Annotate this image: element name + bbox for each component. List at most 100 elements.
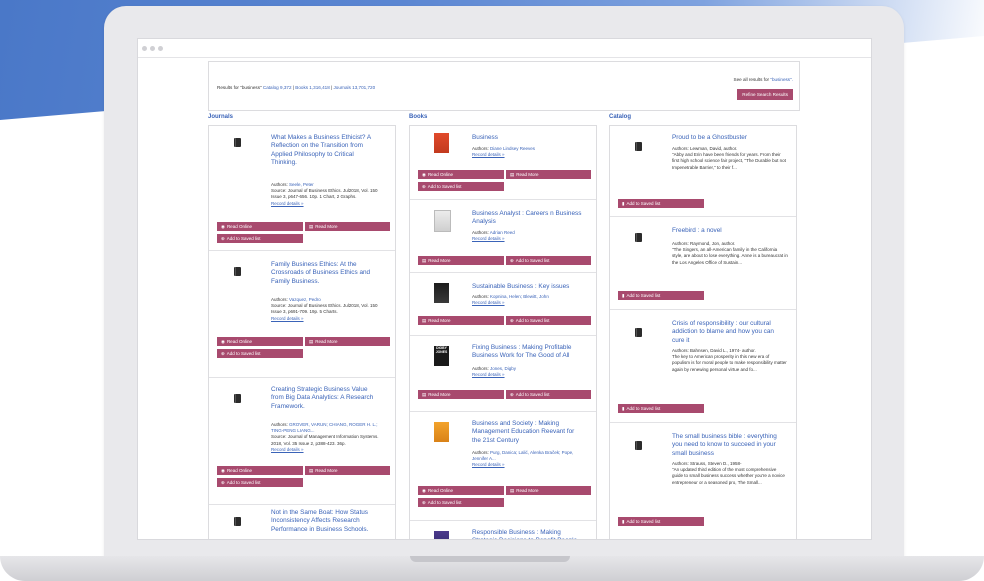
author-link[interactable]: Seele, Peter xyxy=(289,182,314,187)
plus-circle-icon: ⊕ xyxy=(221,236,225,241)
result-title[interactable]: Responsible Business : Making Strategic … xyxy=(472,529,584,539)
author-link[interactable]: Vazquez, Pedro xyxy=(289,297,321,302)
list-item: Not in the Same Boat: How Status Inconsi… xyxy=(209,505,395,539)
result-meta: Authors: Diane Lindsey Reeves Record det… xyxy=(472,146,536,158)
add-to-saved-button[interactable]: ▮ Add to Saved list xyxy=(618,291,704,300)
result-meta: Authors: Kopnina, Helen; Blewitt, John R… xyxy=(472,294,549,306)
list-item: Business and Society : Making Management… xyxy=(410,412,596,521)
result-title[interactable]: Business xyxy=(472,134,582,142)
result-title[interactable]: Proud to be a Ghostbuster xyxy=(672,134,784,142)
read-online-button[interactable]: ◉ Read Online xyxy=(217,466,303,475)
document-icon: ▤ xyxy=(309,224,314,229)
add-to-saved-button[interactable]: ⊕ Add to Saved list xyxy=(506,390,591,399)
books-count-link[interactable]: Books 1,316,418 xyxy=(295,85,329,90)
author-link[interactable]: Kopnina, Helen; Blewitt, John xyxy=(490,294,549,299)
window-dot[interactable] xyxy=(150,45,155,51)
result-title[interactable]: Business and Society : Making Management… xyxy=(472,420,584,445)
read-more-button[interactable]: ▤ Read More xyxy=(506,486,591,495)
result-title[interactable]: Crisis of responsibility : our cultural … xyxy=(672,320,786,345)
author-link[interactable]: Jones, Digby xyxy=(490,366,516,371)
add-to-saved-button[interactable]: ⊕ Add to Saved list xyxy=(217,349,303,358)
result-title[interactable]: What Makes a Business Ethicist? A Reflec… xyxy=(271,134,381,168)
result-title[interactable]: Freebird : a novel xyxy=(672,227,784,235)
book-icon xyxy=(635,441,642,450)
list-item: What Makes a Business Ethicist? A Reflec… xyxy=(209,126,395,251)
read-online-button[interactable]: ◉ Read Online xyxy=(418,486,504,495)
read-online-button[interactable]: ◉ Read Online xyxy=(418,170,504,179)
author-link[interactable]: Diane Lindsey Reeves xyxy=(490,146,535,151)
browser-screen: Results for "business" Catalog 9,372 | B… xyxy=(137,38,872,540)
read-more-button[interactable]: ▤ Read More xyxy=(305,337,390,346)
add-to-saved-button[interactable]: ▮ Add to Saved list xyxy=(618,517,704,526)
result-title[interactable]: The small business bible : everything yo… xyxy=(672,433,786,458)
read-more-button[interactable]: ▤ Read More xyxy=(418,316,504,325)
record-details-link[interactable]: Record details » xyxy=(472,300,505,305)
result-title[interactable]: Fixing Business : Making Profitable Busi… xyxy=(472,344,582,361)
book-icon xyxy=(635,328,642,337)
book-icon xyxy=(234,394,241,403)
read-online-button[interactable]: ◉ Read Online xyxy=(217,337,303,346)
record-details-link[interactable]: Record details » xyxy=(271,447,304,452)
plus-circle-icon: ⊕ xyxy=(510,318,514,323)
read-more-button[interactable]: ▤ Read More xyxy=(418,256,504,265)
bookmark-icon: ▮ xyxy=(622,201,625,206)
add-to-saved-button[interactable]: ⊕ Add to Saved list xyxy=(418,182,504,191)
book-icon xyxy=(635,233,642,242)
catalog-count-link[interactable]: Catalog 9,372 xyxy=(263,85,292,90)
books-column: Business Authors: Diane Lindsey Reeves R… xyxy=(409,125,597,539)
read-more-button[interactable]: ▤ Read More xyxy=(506,170,591,179)
record-details-link[interactable]: Record details » xyxy=(271,201,304,206)
result-title[interactable]: Not in the Same Boat: How Status Inconsi… xyxy=(271,509,381,534)
record-details-link[interactable]: Record details » xyxy=(472,236,505,241)
globe-icon: ◉ xyxy=(221,339,225,344)
document-icon: ▤ xyxy=(309,339,314,344)
result-title[interactable]: Business Analyst : Careers n Business An… xyxy=(472,210,582,227)
read-more-button[interactable]: ▤ Read More xyxy=(305,222,390,231)
add-to-saved-button[interactable]: ⊕ Add to Saved list xyxy=(217,234,303,243)
book-cover xyxy=(434,531,449,539)
document-icon: ▤ xyxy=(422,392,427,397)
journals-count-link[interactable]: Journals 13,701,720 xyxy=(334,85,376,90)
refine-search-button[interactable]: Refine Search Results xyxy=(737,89,793,100)
record-details-link[interactable]: Record details » xyxy=(472,462,505,467)
result-meta: Authors: Bahnsen, David L., 1974- author… xyxy=(672,348,787,372)
result-title[interactable]: Family Business Ethics: At the Crossroad… xyxy=(271,261,381,286)
list-item: Proud to be a Ghostbuster Authors: Lewma… xyxy=(610,126,796,217)
list-item: Crisis of responsibility : our cultural … xyxy=(610,310,796,423)
add-to-saved-button[interactable]: ▮ Add to Saved list xyxy=(618,404,704,413)
globe-icon: ◉ xyxy=(422,488,426,493)
list-item: Freebird : a novel Authors: Raymond, Jon… xyxy=(610,217,796,310)
window-dot[interactable] xyxy=(158,45,163,51)
book-cover xyxy=(434,422,449,442)
record-details-link[interactable]: Record details » xyxy=(472,372,505,377)
catalog-heading: Catalog xyxy=(609,114,632,120)
add-to-saved-button[interactable]: ▮ Add to Saved list xyxy=(618,199,704,208)
book-cover xyxy=(434,210,451,232)
add-to-saved-button[interactable]: ⊕ Add to Saved list xyxy=(506,256,591,265)
list-item: Business Analyst : Careers n Business An… xyxy=(410,200,596,273)
results-counts: Results for "business" Catalog 9,372 | B… xyxy=(217,85,376,90)
add-to-saved-button[interactable]: ⊕ Add to Saved list xyxy=(506,316,591,325)
result-title[interactable]: Sustainable Business : Key issues xyxy=(472,283,582,291)
globe-icon: ◉ xyxy=(422,172,426,177)
record-details-link[interactable]: Record details » xyxy=(271,316,304,321)
record-details-link[interactable]: Record details » xyxy=(472,152,505,157)
read-more-button[interactable]: ▤ Read More xyxy=(305,466,390,475)
book-cover: DIGBY JONES xyxy=(434,346,449,366)
add-to-saved-button[interactable]: ⊕ Add to Saved list xyxy=(217,478,303,487)
result-title[interactable]: Creating Strategic Business Value from B… xyxy=(271,386,381,411)
result-meta: Authors: Raymond, Jon, author. "The Sing… xyxy=(672,241,788,265)
result-meta: Authors: Adrian Reed Record details » xyxy=(472,230,515,242)
author-link[interactable]: Adrian Reed xyxy=(490,230,515,235)
journals-column: What Makes a Business Ethicist? A Reflec… xyxy=(208,125,396,539)
result-meta: Authors: Strauss, Steven D., 1958- "An u… xyxy=(672,461,785,485)
results-summary: Results for "business" Catalog 9,372 | B… xyxy=(208,61,800,111)
add-to-saved-button[interactable]: ⊕ Add to Saved list xyxy=(418,498,504,507)
list-item: DIGBY JONES Fixing Business : Making Pro… xyxy=(410,336,596,412)
plus-circle-icon: ⊕ xyxy=(510,258,514,263)
window-chrome xyxy=(138,39,871,58)
see-all-link[interactable]: "business". xyxy=(770,77,793,82)
window-dot[interactable] xyxy=(142,45,147,51)
read-online-button[interactable]: ◉ Read Online xyxy=(217,222,303,231)
read-more-button[interactable]: ▤ Read More xyxy=(418,390,504,399)
